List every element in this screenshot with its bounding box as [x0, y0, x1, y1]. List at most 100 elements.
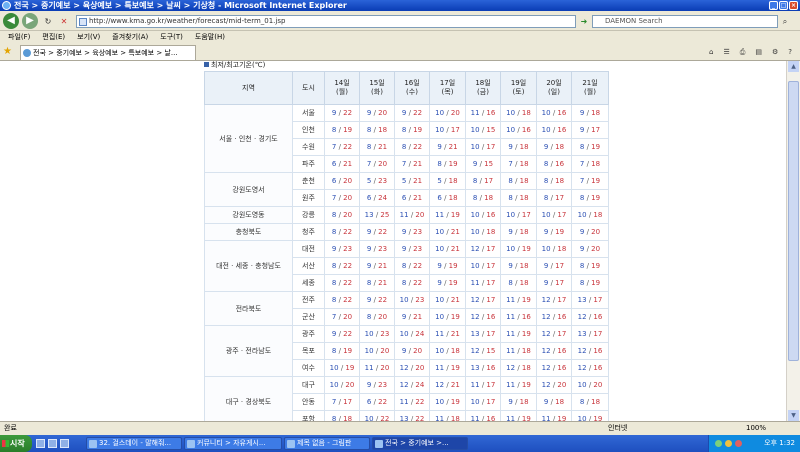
temp-cell: 10 / 23 — [394, 291, 430, 309]
max-temp: 20 — [591, 245, 601, 253]
header-day: 20일 (일) — [536, 71, 572, 105]
max-temp: 22 — [343, 330, 353, 338]
temp-separator: / — [512, 194, 520, 202]
region-cell: 광주 · 전라남도 — [204, 325, 293, 377]
max-temp: 18 — [519, 143, 529, 151]
quicklaunch-desktop-icon[interactable] — [36, 439, 45, 448]
minimize-button[interactable]: _ — [769, 1, 778, 10]
temp-cell: 7 / 22 — [324, 138, 360, 156]
go-arrow-icon[interactable]: ➜ — [578, 15, 590, 28]
max-temp: 17 — [486, 143, 496, 151]
temp-cell: 13 / 17 — [571, 291, 609, 309]
temp-cell: 9 / 18 — [500, 138, 537, 156]
max-temp: 19 — [591, 279, 601, 287]
temp-cell: 10 / 20 — [324, 376, 360, 394]
temp-cell: 8 / 22 — [394, 274, 430, 292]
temp-cell: 6 / 18 — [429, 189, 466, 207]
max-temp: 20 — [593, 381, 603, 389]
tab-current[interactable]: 전국 > 중기예보 > 육상예보 > 특보예보 > 날... — [20, 45, 196, 60]
page-menu-icon[interactable]: ▤ — [755, 46, 762, 58]
quicklaunch-media-icon[interactable] — [60, 439, 69, 448]
tray-security-icon[interactable] — [725, 440, 732, 447]
temp-cell: 10 / 24 — [394, 325, 430, 343]
home-icon[interactable]: ⌂ — [709, 46, 713, 58]
temp-separator: / — [444, 313, 451, 321]
forward-button[interactable]: ▶ — [22, 13, 38, 29]
taskbar-button-kma[interactable]: 전국 > 중기예보 >... — [372, 437, 468, 450]
max-temp: 20 — [343, 211, 353, 219]
window-titlebar: 전국 > 중기예보 > 육상예보 > 특보예보 > 날씨 > 기상청 - Mic… — [0, 0, 800, 11]
min-temp: 10 — [577, 211, 587, 219]
max-temp: 18 — [519, 228, 529, 236]
menu-file[interactable]: 파일(F) — [8, 31, 30, 43]
max-temp: 18 — [450, 347, 460, 355]
help-icon[interactable]: ? — [788, 46, 792, 58]
maximize-button[interactable]: □ — [779, 1, 788, 10]
quicklaunch-ie-icon[interactable] — [48, 439, 57, 448]
zoom-level[interactable]: 100% — [746, 422, 766, 435]
temp-cell: 7 / 21 — [394, 155, 430, 173]
scroll-thumb[interactable] — [788, 81, 799, 361]
stop-icon[interactable]: ✕ — [58, 15, 70, 28]
min-temp: 10 — [364, 347, 374, 355]
taskbar-button-music[interactable]: 32. 걸스데이 - 말해줘... — [86, 437, 182, 450]
temp-cell: 9 / 22 — [324, 104, 360, 122]
temp-separator: / — [441, 262, 449, 270]
menu-favorites[interactable]: 즐겨찾기(A) — [112, 31, 148, 43]
temp-cell: 6 / 22 — [359, 393, 395, 411]
address-input[interactable]: http://www.kma.go.kr/weather/forecast/mi… — [76, 15, 576, 28]
taskbar-button-paint[interactable]: 제목 없음 - 그림판 — [284, 437, 370, 450]
min-temp: 12 — [506, 364, 516, 372]
min-temp: 10 — [435, 109, 445, 117]
temp-separator: / — [515, 245, 522, 253]
max-temp: 18 — [519, 279, 529, 287]
search-input[interactable]: DAEMON Search — [592, 15, 778, 28]
scroll-down-icon[interactable]: ▼ — [788, 410, 799, 421]
max-temp: 17 — [593, 330, 603, 338]
menu-help[interactable]: 도움말(H) — [195, 31, 225, 43]
temp-separator: / — [515, 364, 522, 372]
temp-cell: 8 / 18 — [500, 274, 537, 292]
temp-cell: 8 / 22 — [324, 274, 360, 292]
header-day: 16일 (수) — [394, 71, 430, 105]
temp-cell: 11 / 19 — [536, 410, 572, 421]
temp-cell: 12 / 18 — [500, 359, 537, 377]
safety-menu-icon[interactable]: ⚙ — [772, 46, 778, 58]
menu-edit[interactable]: 편집(E) — [42, 31, 65, 43]
header-weekday: (월) — [584, 88, 596, 96]
tray-network-icon[interactable] — [715, 440, 722, 447]
menu-view[interactable]: 보기(V) — [77, 31, 100, 43]
max-temp: 18 — [591, 109, 601, 117]
city-cell: 파주 — [292, 155, 325, 173]
temp-cell: 10 / 21 — [429, 240, 466, 258]
city-cell: 여수 — [292, 359, 325, 377]
favorites-star-icon[interactable]: ★ — [3, 46, 12, 57]
temp-cell: 12 / 17 — [465, 291, 501, 309]
refresh-icon[interactable]: ↻ — [42, 15, 54, 28]
table-row: 강원도영동 강릉 8 / 20 13 / 25 11 / 20 11 / 19 10 / 1… — [204, 206, 609, 224]
tray-alert-icon[interactable] — [735, 440, 742, 447]
feeds-icon[interactable]: ☰ — [723, 46, 729, 58]
temp-cell: 8 / 19 — [324, 121, 360, 139]
temp-cell: 6 / 21 — [324, 155, 360, 173]
back-button[interactable]: ◀ — [3, 13, 19, 29]
search-icon[interactable]: ⌕ — [779, 15, 791, 28]
menu-tools[interactable]: 도구(T) — [160, 31, 183, 43]
scroll-up-icon[interactable]: ▲ — [788, 61, 799, 72]
city-cell: 춘천 — [292, 172, 325, 190]
max-temp: 19 — [343, 347, 353, 355]
temp-cell: 8 / 19 — [394, 121, 430, 139]
temp-cell: 10 / 16 — [500, 121, 537, 139]
header-day: 19일 (토) — [500, 71, 537, 105]
start-button[interactable]: 시작 — [0, 435, 32, 452]
min-temp: 10 — [470, 398, 480, 406]
max-temp: 17 — [343, 398, 353, 406]
max-temp: 19 — [345, 364, 355, 372]
vertical-scrollbar[interactable]: ▲ ▼ — [786, 61, 800, 421]
close-button[interactable]: × — [789, 1, 798, 10]
temp-cell: 7 / 18 — [571, 155, 609, 173]
max-temp: 23 — [343, 245, 353, 253]
print-icon[interactable]: ⎙ — [740, 46, 746, 58]
max-temp: 22 — [413, 279, 423, 287]
taskbar-button-community[interactable]: 커뮤니티 > 자유게시... — [184, 437, 282, 450]
